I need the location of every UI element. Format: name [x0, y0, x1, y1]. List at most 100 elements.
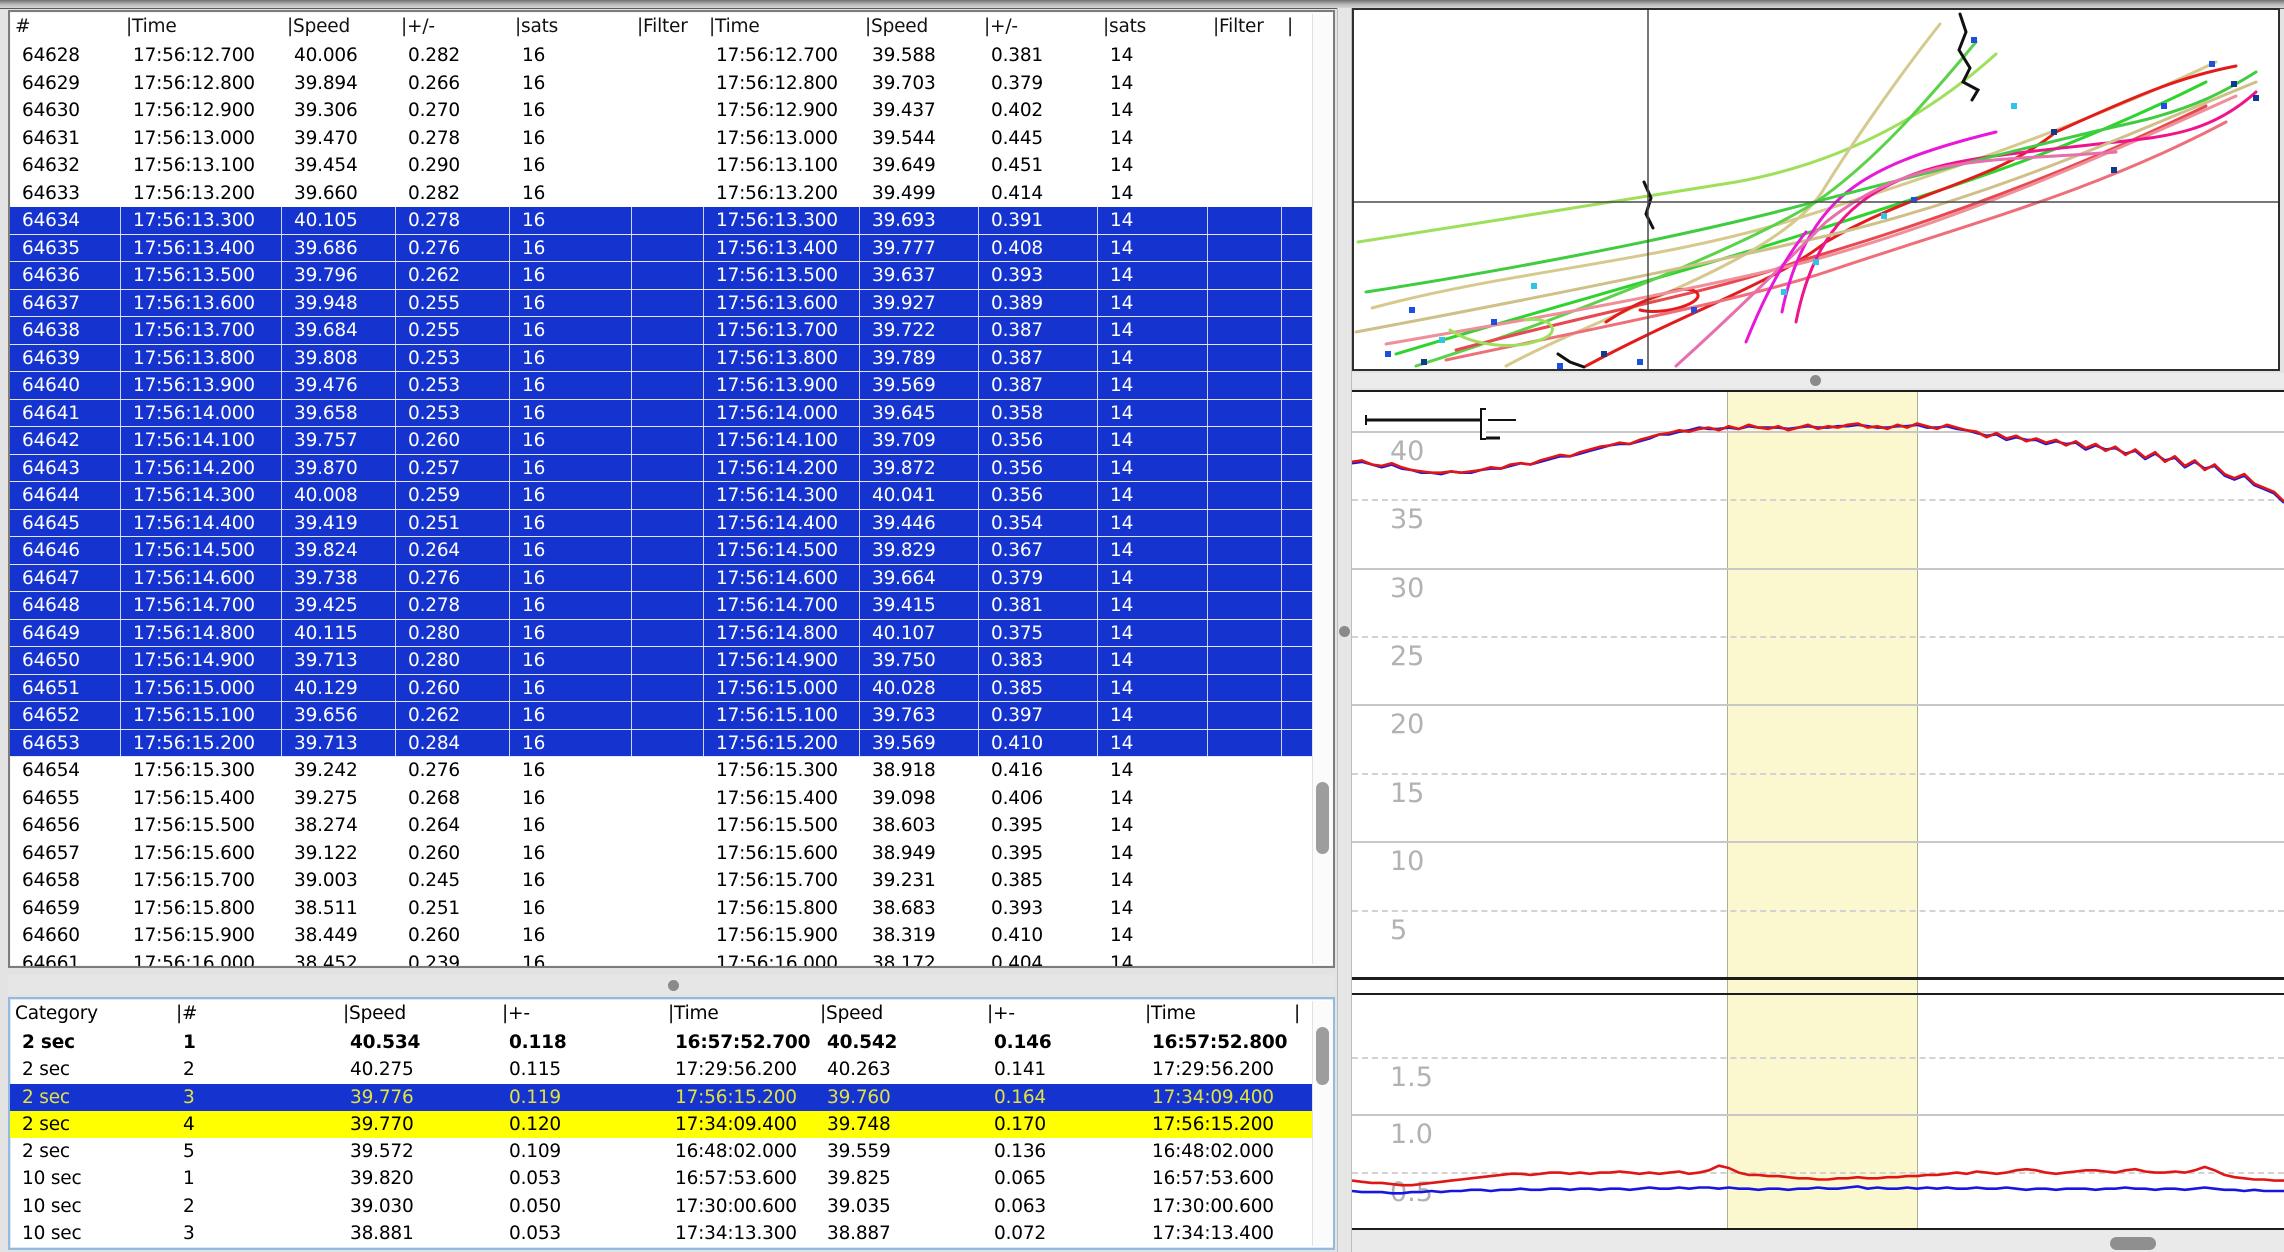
result-row[interactable]: 10 sec239.0300.05017:30:00.60039.0350.06… [10, 1193, 1333, 1220]
table-row[interactable]: 6465117:56:15.00040.1290.2601617:56:15.0… [10, 675, 1333, 703]
speed-chart-panel[interactable]: 4035302520151051.51.00.5 [1352, 390, 2284, 1252]
table-cell: 0.356 [979, 455, 1098, 482]
table-row[interactable]: 6464017:56:13.90039.4760.2531617:56:13.9… [10, 372, 1333, 400]
table-row[interactable]: 6463217:56:13.10039.4540.2901617:56:13.1… [10, 152, 1333, 180]
column-header[interactable]: |# [171, 999, 338, 1029]
column-header[interactable]: |+/- [979, 12, 1098, 41]
column-header[interactable]: |Filter [1208, 12, 1282, 41]
table-row[interactable]: 6465817:56:15.70039.0030.2451617:56:15.7… [10, 867, 1333, 895]
table-cell: 38.449 [282, 922, 396, 949]
result-row[interactable]: 10 sec338.8810.05317:34:13.30038.8870.07… [10, 1220, 1333, 1247]
result-row[interactable]: 2 sec240.2750.11517:29:56.20040.2630.141… [10, 1056, 1333, 1083]
splitter-grip-icon [1339, 626, 1350, 637]
table-row[interactable]: 6464217:56:14.10039.7570.2601617:56:14.1… [10, 427, 1333, 455]
table-row[interactable]: 6464117:56:14.00039.6580.2531617:56:14.0… [10, 400, 1333, 428]
table-cell: 17:56:13.900 [704, 372, 860, 399]
table-row[interactable]: 6465017:56:14.90039.7130.2801617:56:14.9… [10, 647, 1333, 675]
table-row[interactable]: 6463717:56:13.60039.9480.2551617:56:13.6… [10, 290, 1333, 318]
column-header[interactable]: |Time [1140, 999, 1289, 1029]
track-map-panel[interactable] [1352, 8, 2280, 371]
table-cell: 17:56:15.900 [121, 922, 282, 949]
column-header[interactable]: Category [10, 999, 171, 1029]
table-row[interactable]: 6464717:56:14.60039.7380.2761617:56:14.6… [10, 565, 1333, 593]
zoom-scale-slider[interactable] [1364, 406, 1524, 444]
table-cell: 0.385 [979, 867, 1098, 894]
column-header[interactable]: |Speed [815, 999, 982, 1029]
column-header[interactable]: |sats [1098, 12, 1208, 41]
table-row[interactable]: 6466017:56:15.90038.4490.2601617:56:15.9… [10, 922, 1333, 950]
result-row[interactable]: 2 sec140.5340.11816:57:52.70040.5420.146… [10, 1029, 1333, 1056]
result-row[interactable]: 2 sec539.5720.10916:48:02.00039.5590.136… [10, 1138, 1333, 1165]
table-cell: 16 [510, 565, 632, 592]
table-cell: 16 [510, 42, 632, 69]
table-cell: 14 [1098, 950, 1208, 969]
result-row[interactable]: 2 sec339.7760.11917:56:15.20039.7600.164… [10, 1084, 1333, 1111]
table-row[interactable]: 6463817:56:13.70039.6840.2551617:56:13.7… [10, 317, 1333, 345]
column-header[interactable]: # [10, 12, 121, 41]
table-row[interactable]: 6463417:56:13.30040.1050.2781617:56:13.3… [10, 207, 1333, 235]
table-row[interactable]: 6462817:56:12.70040.0060.2821617:56:12.7… [10, 42, 1333, 70]
table-cell: 39.030 [338, 1193, 497, 1220]
table-cell [1208, 647, 1282, 674]
table-cell [1208, 97, 1282, 124]
table-row[interactable]: 6465917:56:15.80038.5110.2511617:56:15.8… [10, 895, 1333, 923]
column-header[interactable]: |sats [510, 12, 632, 41]
map-chart-splitter[interactable] [1352, 373, 2284, 388]
column-header[interactable]: |+/- [396, 12, 510, 41]
chart-scrollbar[interactable] [1352, 1230, 2284, 1252]
table-cell [632, 207, 704, 234]
table-cell: 16 [510, 180, 632, 207]
scrollbar-thumb[interactable] [1316, 782, 1329, 854]
table-row[interactable]: 6463117:56:13.00039.4700.2781617:56:13.0… [10, 125, 1333, 153]
table-row[interactable]: 6463517:56:13.40039.6860.2761617:56:13.4… [10, 235, 1333, 263]
table-row[interactable]: 6465317:56:15.20039.7130.2841617:56:15.2… [10, 730, 1333, 758]
table-cell: 16 [510, 510, 632, 537]
table-cell: 0.284 [396, 730, 510, 757]
table-row[interactable]: 6465217:56:15.10039.6560.2621617:56:15.1… [10, 702, 1333, 730]
app-window: #|Time|Speed|+/-|sats|Filter|Time|Speed|… [0, 0, 2284, 1252]
table-row[interactable]: 6465617:56:15.50038.2740.2641617:56:15.5… [10, 812, 1333, 840]
column-header[interactable]: |+- [982, 999, 1140, 1029]
table-row[interactable]: 6466117:56:16.00038.4520.2391617:56:16.0… [10, 950, 1333, 969]
scrollbar-thumb[interactable] [1316, 1027, 1329, 1085]
panel-splitter[interactable] [1337, 8, 1352, 1252]
table-row[interactable]: 6463617:56:13.50039.7960.2621617:56:13.5… [10, 262, 1333, 290]
results-table-scrollbar[interactable] [1312, 1001, 1333, 1246]
scrollbar-thumb[interactable] [2110, 1237, 2156, 1250]
result-row[interactable]: 10 sec139.8200.05316:57:53.60039.8250.06… [10, 1165, 1333, 1192]
table-row[interactable]: 6464417:56:14.30040.0080.2591617:56:14.3… [10, 482, 1333, 510]
table-row[interactable]: 6464317:56:14.20039.8700.2571617:56:14.2… [10, 455, 1333, 483]
table-cell: 17:34:09.400 [1140, 1084, 1289, 1111]
column-header[interactable]: |Speed [282, 12, 396, 41]
table-cell: 0.239 [396, 950, 510, 969]
table-cell: 17:56:15.700 [704, 867, 860, 894]
column-header[interactable]: |Speed [338, 999, 497, 1029]
column-header[interactable]: |Time [663, 999, 815, 1029]
table-cell [1208, 70, 1282, 97]
track-map[interactable] [1354, 10, 2278, 369]
table-row[interactable]: 6465517:56:15.40039.2750.2681617:56:15.4… [10, 785, 1333, 813]
column-header[interactable]: |Filter [632, 12, 704, 41]
table-cell: 14 [1098, 785, 1208, 812]
table-row[interactable]: 6463917:56:13.80039.8080.2531617:56:13.8… [10, 345, 1333, 373]
result-row[interactable]: 2 sec439.7700.12017:34:09.40039.7480.170… [10, 1111, 1333, 1138]
table-row[interactable]: 6462917:56:12.80039.8940.2661617:56:12.8… [10, 70, 1333, 98]
table-row[interactable]: 6463017:56:12.90039.3060.2701617:56:12.9… [10, 97, 1333, 125]
column-header[interactable]: |+- [497, 999, 663, 1029]
table-row[interactable]: 6464617:56:14.50039.8240.2641617:56:14.5… [10, 537, 1333, 565]
table-row[interactable]: 6464817:56:14.70039.4250.2781617:56:14.7… [10, 592, 1333, 620]
table-cell: 16 [510, 537, 632, 564]
column-header[interactable]: |Speed [860, 12, 979, 41]
table-cell: 14 [1098, 867, 1208, 894]
table-row[interactable]: 6464517:56:14.40039.4190.2511617:56:14.4… [10, 510, 1333, 538]
table-splitter[interactable] [8, 975, 1335, 995]
table-cell [632, 565, 704, 592]
table-row[interactable]: 6465417:56:15.30039.2420.2761617:56:15.3… [10, 757, 1333, 785]
table-row[interactable]: 6463317:56:13.20039.6600.2821617:56:13.2… [10, 180, 1333, 208]
table-row[interactable]: 6465717:56:15.60039.1220.2601617:56:15.6… [10, 840, 1333, 868]
trackpoint-table-scrollbar[interactable] [1312, 14, 1333, 964]
column-header[interactable]: |Time [121, 12, 282, 41]
table-cell [632, 235, 704, 262]
table-row[interactable]: 6464917:56:14.80040.1150.2801617:56:14.8… [10, 620, 1333, 648]
column-header[interactable]: |Time [704, 12, 860, 41]
